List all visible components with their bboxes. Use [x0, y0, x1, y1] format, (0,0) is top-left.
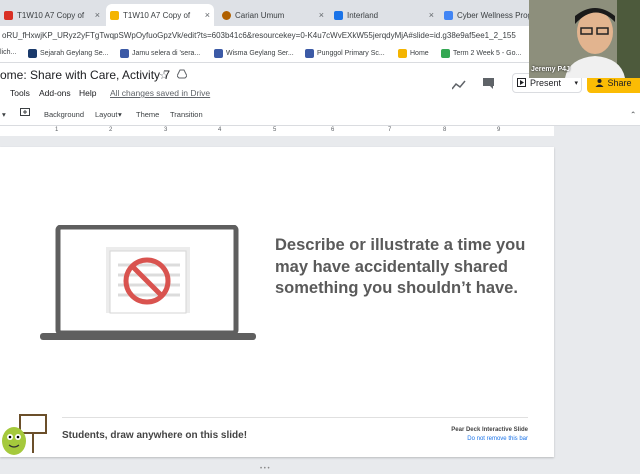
transition-button[interactable]: Transition	[170, 110, 203, 119]
gmail-icon	[4, 10, 13, 20]
background-button[interactable]: Background	[44, 110, 84, 119]
move-to-drive-icon[interactable]	[176, 69, 188, 82]
share-label: Share	[607, 78, 632, 88]
person-icon	[595, 78, 604, 89]
horizontal-ruler: 1 2 3 4 5 6 7 8 9	[0, 126, 554, 136]
slide-prompt: Describe or illustrate a time you may ha…	[275, 236, 526, 297]
bookmark-item[interactable]: Home	[398, 49, 429, 58]
bookmark-label: Jamu selera di 'sera...	[132, 50, 201, 57]
browser-tab-1[interactable]: T1W10 A7 Copy of ×	[0, 4, 104, 26]
docs-icon	[444, 10, 453, 20]
ruler-number: 1	[55, 127, 59, 133]
browser-tab-2[interactable]: T1W10 A7 Copy of ×	[106, 4, 214, 26]
theme-button[interactable]: Theme	[136, 110, 159, 119]
chevron-down-icon[interactable]: ▾	[574, 79, 578, 87]
resize-handle-icon[interactable]: • • •	[260, 466, 280, 472]
bookmark-item[interactable]: Sejarah Geylang Se...	[28, 49, 109, 58]
ruler-number: 3	[164, 127, 168, 133]
peardeck-link[interactable]: Do not remove this bar	[420, 436, 528, 442]
bookmark-icon	[214, 49, 223, 58]
comment-history-icon[interactable]	[482, 76, 495, 94]
add-comment-icon[interactable]	[20, 108, 30, 120]
star-icon[interactable]: ☆	[159, 69, 169, 82]
site-icon	[334, 10, 343, 20]
close-tab-icon[interactable]: ×	[319, 10, 324, 20]
drive-icon	[441, 49, 450, 58]
bookmark-item[interactable]: lich...	[0, 49, 16, 56]
tab-label: Carian Umum	[235, 10, 285, 20]
browser-tab-4[interactable]: Interland ×	[330, 4, 438, 26]
slides-icon	[110, 10, 119, 20]
ruler-number: 6	[331, 127, 335, 133]
activity-dashboard-icon[interactable]	[451, 77, 466, 95]
webcam-video: Jeremy P4J	[529, 0, 640, 78]
ruler-number: 7	[388, 127, 392, 133]
present-icon	[517, 77, 526, 89]
browser-tab-3[interactable]: Carian Umum ×	[218, 4, 328, 26]
ruler-number: 2	[109, 127, 113, 133]
bookmark-icon	[398, 49, 407, 58]
ruler-number: 8	[443, 127, 447, 133]
laptop-illustration	[40, 224, 256, 350]
close-tab-icon[interactable]: ×	[429, 10, 434, 20]
bookmark-item[interactable]: Wisma Geylang Ser...	[214, 49, 294, 58]
bookmark-item[interactable]: Jamu selera di 'sera...	[120, 49, 200, 58]
menu-addons[interactable]: Add-ons	[39, 88, 71, 98]
bookmark-item[interactable]: Punggol Primary Sc...	[305, 49, 385, 58]
close-tab-icon[interactable]: ×	[205, 10, 210, 20]
bookmark-label: Punggol Primary Sc...	[317, 50, 385, 57]
close-tab-icon[interactable]: ×	[95, 10, 100, 20]
layout-button[interactable]: Layout	[95, 110, 118, 119]
bookmark-item[interactable]: Term 2 Week 5 - Go...	[441, 49, 521, 58]
chevron-down-icon[interactable]: ▾	[118, 110, 122, 119]
tab-label: T1W10 A7 Copy of	[123, 10, 191, 20]
document-title[interactable]: ome: Share with Care, Activity 7	[0, 68, 170, 82]
site-icon	[222, 10, 231, 20]
slide[interactable]: Describe or illustrate a time you may ha…	[0, 147, 554, 457]
bookmark-icon	[120, 49, 129, 58]
tab-label: T1W10 A7 Copy of	[17, 10, 85, 20]
bookmark-label: Home	[410, 50, 429, 57]
tab-label: Cyber Wellness Progra	[457, 10, 530, 20]
present-label: Present	[530, 78, 562, 88]
browser-tab-5[interactable]: Cyber Wellness Progra	[440, 4, 530, 26]
save-status[interactable]: All changes saved in Drive	[110, 88, 210, 98]
slides-toolbar: ▾ Background Layout ▾ Theme Transition ⌃	[0, 105, 640, 126]
ruler-number: 4	[218, 127, 222, 133]
url-text: oRU_fHxwjKP_URyz2yFTgTwqpSWpOyfuoGpzVk/e…	[2, 31, 516, 40]
footer-instruction: Students, draw anywhere on this slide!	[62, 430, 248, 441]
bookmark-label: Sejarah Geylang Se...	[40, 50, 109, 57]
tab-label: Interland	[347, 10, 379, 20]
participant-name: Jeremy P4J	[531, 66, 570, 73]
ruler-number: 5	[273, 127, 277, 133]
menu-tools[interactable]: Tools	[10, 88, 30, 98]
peardeck-label: Pear Deck Interactive Slide	[451, 427, 528, 433]
bookmark-icon	[305, 49, 314, 58]
bookmark-icon	[28, 49, 37, 58]
ruler-number: 9	[497, 127, 501, 133]
chevron-down-icon[interactable]: ▾	[2, 110, 6, 119]
menu-help[interactable]: Help	[79, 88, 96, 98]
bookmark-label: Wisma Geylang Ser...	[226, 50, 294, 57]
chevron-up-icon[interactable]: ⌃	[630, 110, 636, 119]
bookmark-label: Term 2 Week 5 - Go...	[453, 50, 522, 57]
divider	[62, 417, 528, 418]
pear-mascot-icon	[0, 409, 48, 457]
bookmark-label: lich...	[0, 49, 17, 56]
